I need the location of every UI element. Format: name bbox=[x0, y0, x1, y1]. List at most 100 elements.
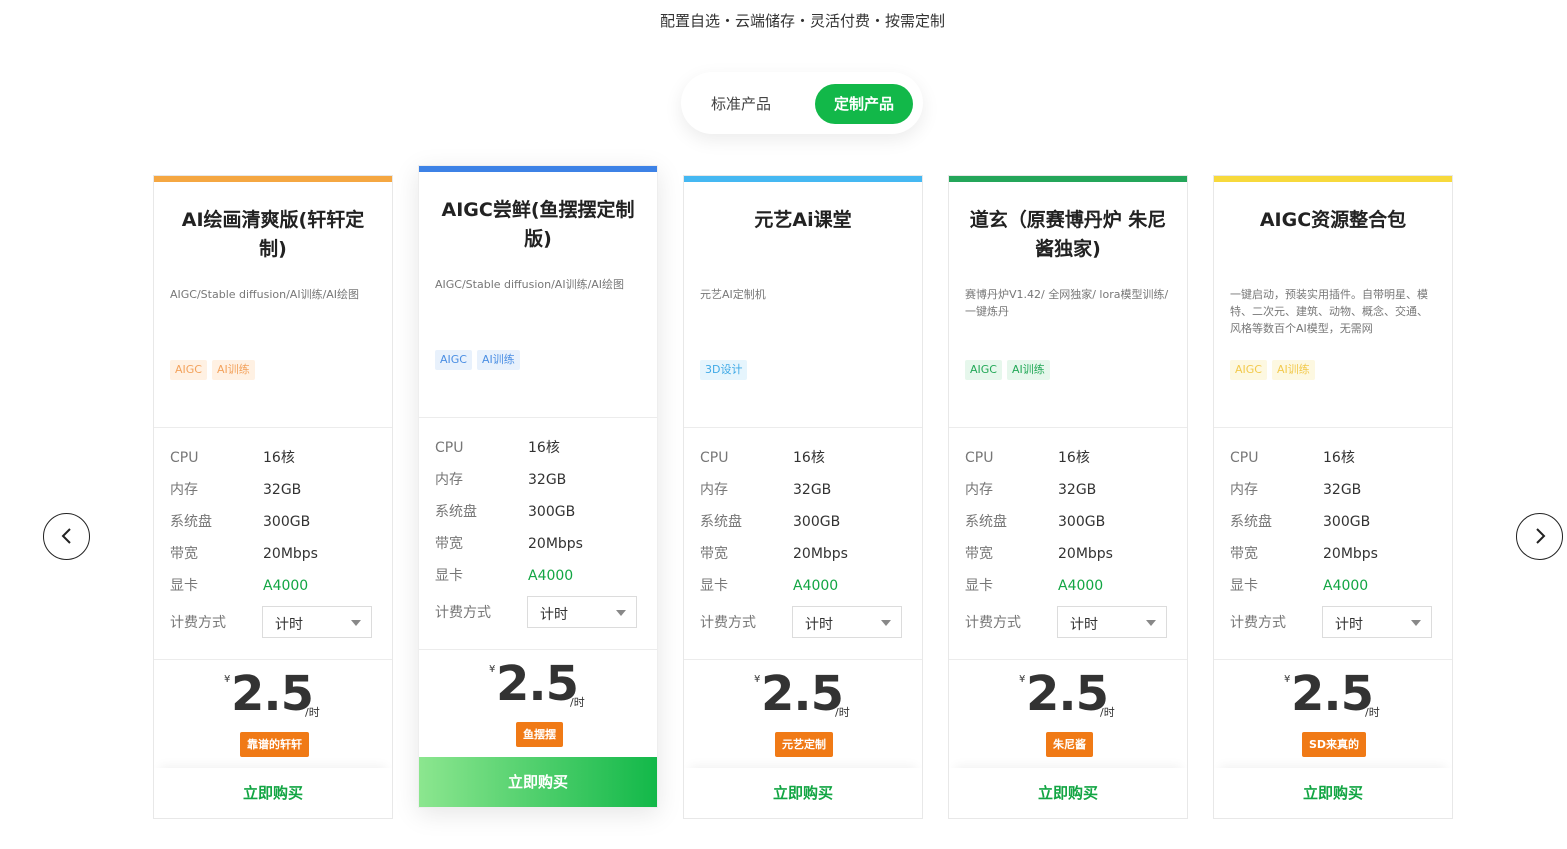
spec-value: 32GB bbox=[1323, 482, 1362, 498]
spec-value: A4000 bbox=[1323, 578, 1369, 594]
page-subtitle: 配置自选・云端储存・灵活付费・按需定制 bbox=[659, 12, 945, 30]
billing-row: 计费方式 计时 bbox=[965, 606, 1185, 638]
vendor-badge: 靠谱的轩轩 bbox=[240, 732, 309, 757]
product-tag: AIGC bbox=[965, 360, 1002, 380]
billing-label: 计费方式 bbox=[170, 615, 226, 631]
product-type-switcher: 标准产品 定制产品 bbox=[681, 72, 923, 134]
vendor-badge: SD来真的 bbox=[1302, 732, 1367, 757]
product-tag: AIGC bbox=[170, 360, 207, 380]
card-header: AIGC资源整合包 一键启动，预装实用插件。自带明星、模特、二次元、建筑、动物、… bbox=[1214, 182, 1452, 428]
spec-label: CPU bbox=[170, 450, 199, 466]
price-unit: /时 bbox=[570, 696, 585, 709]
currency-symbol: ¥ bbox=[1019, 674, 1026, 685]
spec-label: 带宽 bbox=[435, 536, 463, 552]
billing-label: 计费方式 bbox=[1230, 615, 1286, 631]
spec-value: 16核 bbox=[263, 450, 295, 466]
billing-row: 计费方式 计时 bbox=[1230, 606, 1450, 638]
billing-select[interactable]: 计时 bbox=[527, 596, 637, 628]
billing-label: 计费方式 bbox=[965, 615, 1021, 631]
billing-select[interactable]: 计时 bbox=[1322, 606, 1432, 638]
spec-value: A4000 bbox=[263, 578, 309, 594]
product-tag: AI训练 bbox=[211, 360, 255, 380]
product-card: 元艺Ai课堂 元艺AI定制机 3D设计 CPU 16核 内存 32GB 系统盘 … bbox=[683, 175, 923, 819]
billing-row: 计费方式 计时 bbox=[700, 606, 920, 638]
buy-now-button[interactable]: 立即购买 bbox=[684, 768, 922, 818]
spec-value: 20Mbps bbox=[528, 536, 583, 552]
buy-now-button[interactable]: 立即购买 bbox=[154, 768, 392, 818]
spec-label: CPU bbox=[435, 440, 464, 456]
spec-label: 显卡 bbox=[965, 578, 993, 594]
card-title: AIGC资源整合包 bbox=[1259, 209, 1407, 231]
card-specs: CPU 16核 内存 32GB 系统盘 300GB 带宽 20Mbps 显卡 A… bbox=[949, 428, 1187, 660]
price-value: 2.5 bbox=[1291, 666, 1374, 722]
spec-label: 系统盘 bbox=[435, 504, 477, 520]
spec-value: 300GB bbox=[263, 514, 311, 530]
spec-label: 显卡 bbox=[1230, 578, 1258, 594]
spec-label: 系统盘 bbox=[700, 514, 742, 530]
card-specs: CPU 16核 内存 32GB 系统盘 300GB 带宽 20Mbps 显卡 A… bbox=[1214, 428, 1452, 660]
billing-select[interactable]: 计时 bbox=[1057, 606, 1167, 638]
spec-value: 20Mbps bbox=[793, 546, 848, 562]
card-price: ¥ 2.5 /时 元艺定制 bbox=[684, 660, 922, 772]
spec-label: 带宽 bbox=[965, 546, 993, 562]
tab-standard-products[interactable]: 标准产品 bbox=[695, 84, 787, 124]
spec-label: CPU bbox=[700, 450, 729, 466]
chevron-right-icon bbox=[1536, 528, 1546, 544]
spec-value: 16核 bbox=[793, 450, 825, 466]
card-title: 元艺Ai课堂 bbox=[754, 209, 852, 231]
spec-value: 32GB bbox=[793, 482, 832, 498]
product-card: AIGC尝鲜(鱼摆摆定制版) AIGC/Stable diffusion/AI训… bbox=[418, 165, 658, 808]
spec-value: 20Mbps bbox=[1058, 546, 1113, 562]
tab-custom-products[interactable]: 定制产品 bbox=[815, 84, 913, 124]
spec-value: A4000 bbox=[1058, 578, 1104, 594]
spec-label: 显卡 bbox=[700, 578, 728, 594]
spec-label: 内存 bbox=[435, 472, 463, 488]
card-specs: CPU 16核 内存 32GB 系统盘 300GB 带宽 20Mbps 显卡 A… bbox=[154, 428, 392, 660]
spec-value: 16核 bbox=[1058, 450, 1090, 466]
billing-label: 计费方式 bbox=[700, 615, 756, 631]
chevron-left-icon bbox=[61, 528, 71, 544]
spec-label: 内存 bbox=[965, 482, 993, 498]
price-value: 2.5 bbox=[496, 656, 579, 712]
product-tag: AI训练 bbox=[476, 350, 520, 370]
spec-value: A4000 bbox=[528, 568, 574, 584]
billing-select-value: 计时 bbox=[1335, 617, 1363, 633]
card-price: ¥ 2.5 /时 鱼摆摆 bbox=[419, 650, 657, 762]
spec-value: 300GB bbox=[1323, 514, 1371, 530]
spec-value: 16核 bbox=[528, 440, 560, 456]
product-card: AIGC资源整合包 一键启动，预装实用插件。自带明星、模特、二次元、建筑、动物、… bbox=[1213, 175, 1453, 819]
billing-select[interactable]: 计时 bbox=[262, 606, 372, 638]
product-tag: 3D设计 bbox=[700, 360, 748, 380]
buy-now-button[interactable]: 立即购买 bbox=[419, 757, 657, 807]
spec-value: 300GB bbox=[528, 504, 576, 520]
billing-row: 计费方式 计时 bbox=[170, 606, 390, 638]
card-price: ¥ 2.5 /时 朱尼酱 bbox=[949, 660, 1187, 772]
spec-value: 32GB bbox=[1058, 482, 1097, 498]
chevron-down-icon bbox=[881, 620, 891, 626]
product-tag: AIGC bbox=[1230, 360, 1267, 380]
spec-value: 16核 bbox=[1323, 450, 1355, 466]
price-unit: /时 bbox=[1365, 706, 1380, 719]
vendor-badge: 朱尼酱 bbox=[1046, 732, 1093, 757]
card-description: AIGC/Stable diffusion/AI训练/AI绘图 bbox=[435, 278, 625, 291]
billing-select-value: 计时 bbox=[1070, 617, 1098, 633]
carousel-next-button[interactable] bbox=[1516, 513, 1563, 560]
spec-label: 带宽 bbox=[170, 546, 198, 562]
carousel-prev-button[interactable] bbox=[43, 513, 90, 560]
price-unit: /时 bbox=[835, 706, 850, 719]
card-title: 道玄（原赛博丹炉 朱尼酱独家) bbox=[969, 209, 1167, 260]
billing-select[interactable]: 计时 bbox=[792, 606, 902, 638]
price-value: 2.5 bbox=[761, 666, 844, 722]
spec-label: 系统盘 bbox=[170, 514, 212, 530]
billing-select-value: 计时 bbox=[805, 617, 833, 633]
currency-symbol: ¥ bbox=[754, 674, 761, 685]
spec-label: 显卡 bbox=[170, 578, 198, 594]
spec-value: A4000 bbox=[793, 578, 839, 594]
currency-symbol: ¥ bbox=[1284, 674, 1291, 685]
spec-value: 32GB bbox=[263, 482, 302, 498]
price-unit: /时 bbox=[305, 706, 320, 719]
spec-value: 32GB bbox=[528, 472, 567, 488]
buy-now-button[interactable]: 立即购买 bbox=[949, 768, 1187, 818]
product-tag: AI训练 bbox=[1006, 360, 1050, 380]
buy-now-button[interactable]: 立即购买 bbox=[1214, 768, 1452, 818]
